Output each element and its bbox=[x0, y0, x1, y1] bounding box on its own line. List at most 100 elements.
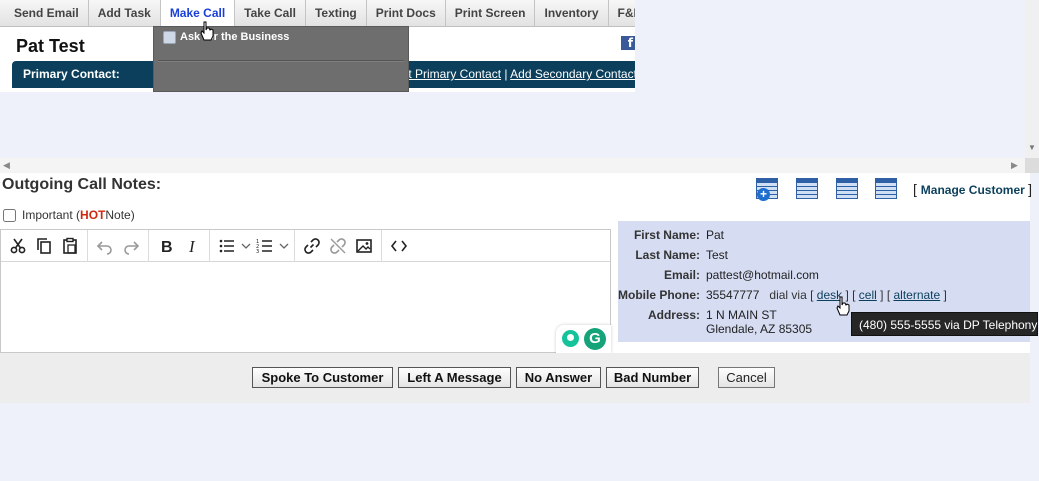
no-answer-button[interactable]: No Answer bbox=[516, 367, 601, 388]
action-tabs: Send Email Add Task Make Call Take Call … bbox=[0, 0, 635, 27]
tab-print-docs[interactable]: Print Docs bbox=[366, 0, 446, 26]
dropdown-separator bbox=[158, 60, 404, 62]
tab-make-call[interactable]: Make Call bbox=[160, 0, 236, 26]
customer-name: Pat Test bbox=[16, 36, 85, 56]
calendar-month-icon[interactable] bbox=[875, 178, 897, 199]
email-row: Email: pattest@hotmail.com bbox=[618, 268, 819, 288]
hand-cursor-icon bbox=[200, 21, 214, 41]
scroll-left-arrow-icon[interactable]: ◀ bbox=[3, 160, 10, 171]
address-row: Address: 1 N MAIN ST Glendale, AZ 85305 bbox=[618, 308, 812, 336]
first-name-label: First Name: bbox=[633, 228, 700, 242]
facebook-icon[interactable]: f bbox=[621, 36, 635, 50]
grammarly-icon[interactable]: G bbox=[584, 328, 606, 350]
notes-title: Outgoing Call Notes: bbox=[2, 176, 162, 193]
note-label: Note) bbox=[105, 208, 135, 222]
undo-icon[interactable] bbox=[92, 233, 118, 259]
dial-cell-link[interactable]: cell bbox=[859, 288, 877, 302]
tab-texting[interactable]: Texting bbox=[305, 0, 367, 26]
editor-toolbar: B I 123 bbox=[1, 229, 610, 262]
add-secondary-contact-link[interactable]: Add Secondary Contact bbox=[510, 67, 635, 81]
chevron-down-icon[interactable] bbox=[278, 233, 290, 259]
svg-text:B: B bbox=[161, 239, 173, 255]
tab-add-task[interactable]: Add Task bbox=[88, 0, 161, 26]
svg-text:3: 3 bbox=[256, 249, 259, 255]
bad-number-button[interactable]: Bad Number bbox=[606, 367, 699, 388]
mobile-phone-label: Mobile Phone: bbox=[618, 288, 700, 302]
dial-via: dial via [ desk ] [ cell ] [ alternate ] bbox=[769, 288, 947, 302]
link-icon[interactable] bbox=[299, 233, 325, 259]
unlink-icon[interactable] bbox=[325, 233, 351, 259]
horizontal-scrollbar[interactable]: ◀ ▶ bbox=[0, 158, 1025, 173]
script-icon bbox=[163, 31, 176, 44]
scrollbar-corner bbox=[1025, 158, 1039, 173]
last-name-row: Last Name: Test bbox=[618, 248, 728, 268]
vertical-scrollbar[interactable]: ▼ bbox=[1025, 0, 1039, 160]
make-call-dropdown: Ask for the Business bbox=[153, 26, 409, 92]
source-group bbox=[382, 230, 416, 262]
calendar-icon[interactable] bbox=[796, 178, 818, 199]
chevron-down-icon[interactable] bbox=[240, 233, 252, 259]
dropdown-item-2[interactable] bbox=[154, 63, 408, 92]
cut-icon[interactable] bbox=[5, 233, 31, 259]
first-name-value: Pat bbox=[706, 228, 725, 242]
scroll-down-arrow-icon[interactable]: ▼ bbox=[1028, 143, 1036, 152]
paste-icon[interactable] bbox=[57, 233, 83, 259]
tab-take-call[interactable]: Take Call bbox=[235, 0, 306, 26]
scroll-right-arrow-icon[interactable]: ▶ bbox=[1011, 160, 1018, 171]
tab-inventory[interactable]: Inventory bbox=[535, 0, 609, 26]
email-value: pattest@hotmail.com bbox=[706, 268, 819, 282]
italic-icon[interactable]: I bbox=[179, 233, 205, 259]
first-name-row: First Name: Pat bbox=[618, 228, 724, 248]
add-appointment-icon[interactable]: + bbox=[756, 178, 778, 201]
contact-links: lit Primary Contact | Add Secondary Cont… bbox=[403, 67, 635, 81]
important-checkbox[interactable] bbox=[3, 208, 16, 222]
copy-icon[interactable] bbox=[31, 233, 57, 259]
notes-textarea[interactable] bbox=[1, 263, 610, 352]
customer-frame: Send Email Add Task Make Call Take Call … bbox=[0, 0, 635, 92]
calendar-week-icon[interactable] bbox=[836, 178, 858, 199]
format-group: B I bbox=[149, 229, 210, 262]
edit-primary-contact-link[interactable]: lit Primary Contact bbox=[403, 67, 501, 81]
numbered-list-icon[interactable]: 123 bbox=[252, 233, 278, 259]
bracket-open: [ bbox=[913, 181, 921, 197]
email-label: Email: bbox=[663, 268, 700, 282]
address-line1: 1 N MAIN ST bbox=[706, 308, 777, 322]
dial-tooltip: (480) 555-5555 via DP Telephony bbox=[851, 312, 1038, 336]
redo-icon[interactable] bbox=[118, 233, 144, 259]
mobile-phone-row: Mobile Phone: 35547777 dial via [ desk ]… bbox=[618, 288, 947, 308]
address-line2: Glendale, AZ 85305 bbox=[706, 322, 813, 336]
bullet-list-icon[interactable] bbox=[214, 233, 240, 259]
plus-icon: + bbox=[757, 188, 770, 201]
spoke-to-customer-button[interactable]: Spoke To Customer bbox=[252, 367, 393, 388]
bold-icon[interactable]: B bbox=[153, 233, 179, 259]
call-notes-panel: Outgoing Call Notes: + [ Manage Customer… bbox=[0, 173, 1032, 403]
important-hot-note[interactable]: Important (HOT Note) bbox=[3, 208, 135, 222]
primary-contact-label: Primary Contact: bbox=[23, 67, 120, 81]
svg-text:I: I bbox=[188, 237, 196, 255]
left-a-message-button[interactable]: Left A Message bbox=[398, 367, 511, 388]
dial-alternate-link[interactable]: alternate bbox=[893, 288, 940, 302]
grammarly-widget: G bbox=[556, 325, 611, 353]
tab-fi-form[interactable]: F&I Form bbox=[608, 0, 635, 26]
image-icon[interactable] bbox=[351, 233, 377, 259]
notes-editor: B I 123 G bbox=[0, 229, 611, 353]
important-label: Important ( bbox=[22, 208, 81, 222]
lightbulb-icon[interactable] bbox=[562, 330, 579, 347]
tab-print-screen[interactable]: Print Screen bbox=[445, 0, 536, 26]
dropdown-item-ask-business[interactable]: Ask for the Business bbox=[154, 27, 408, 49]
hand-cursor-icon bbox=[836, 296, 850, 316]
address-label: Address: bbox=[647, 308, 700, 322]
manage-customer: [ Manage Customer ] bbox=[913, 181, 1032, 197]
manage-customer-link[interactable]: Manage Customer bbox=[921, 183, 1025, 197]
mobile-phone-value: 35547777 bbox=[706, 288, 760, 302]
cancel-button[interactable]: Cancel bbox=[718, 367, 775, 388]
last-name-value: Test bbox=[706, 248, 729, 262]
tab-send-email[interactable]: Send Email bbox=[0, 0, 89, 26]
code-icon[interactable] bbox=[386, 233, 412, 259]
address-value: 1 N MAIN ST Glendale, AZ 85305 bbox=[706, 308, 812, 336]
hot-label: HOT bbox=[80, 208, 106, 222]
insert-group bbox=[295, 229, 382, 262]
bracket-close: ] bbox=[1028, 181, 1033, 197]
dropdown-item-label: Ask for the Business bbox=[180, 31, 290, 43]
list-group: 123 bbox=[210, 229, 295, 262]
